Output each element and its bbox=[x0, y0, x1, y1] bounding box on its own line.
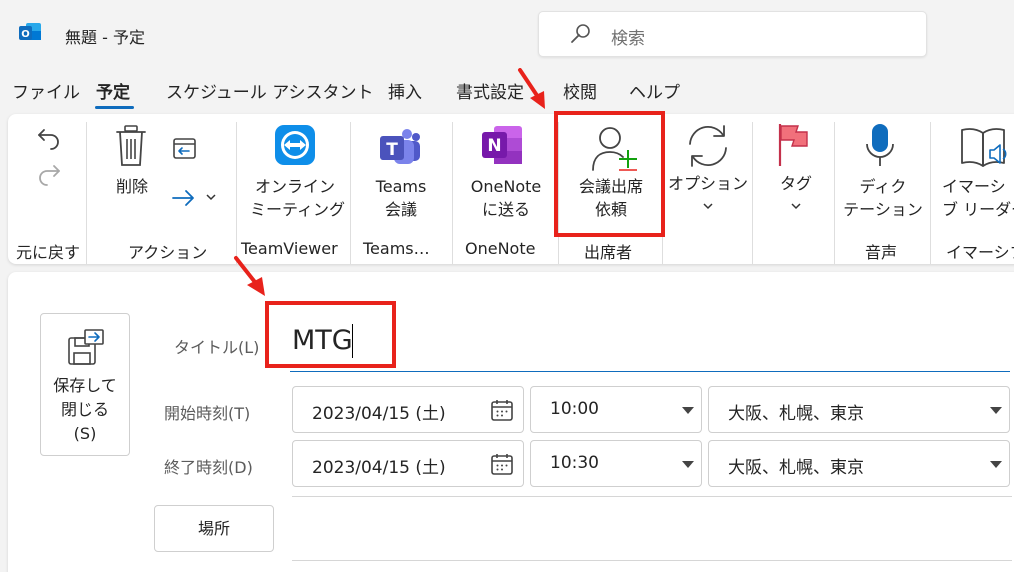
dropdown-arrow-icon bbox=[990, 461, 1002, 468]
start-timezone-select[interactable]: 大阪、札幌、東京 bbox=[708, 386, 1010, 433]
immersive-reader-icon[interactable] bbox=[960, 126, 1008, 170]
end-timezone-value: 大阪、札幌、東京 bbox=[728, 458, 864, 478]
group-label-undo: 元に戻す bbox=[16, 243, 81, 262]
dropdown-arrow-icon bbox=[682, 407, 694, 414]
svg-text:N: N bbox=[487, 136, 501, 156]
recurrence-icon[interactable] bbox=[684, 122, 732, 170]
outlook-app-icon: O bbox=[19, 23, 41, 40]
ribbon: 元に戻す 削除 アクション オンライン ミーティング TeamViewer T … bbox=[8, 114, 1014, 264]
calendar-icon[interactable] bbox=[490, 452, 514, 476]
send-to-onenote-label-2[interactable]: に送る bbox=[462, 198, 550, 221]
tab-appointment[interactable]: 予定 bbox=[96, 78, 130, 103]
group-separator bbox=[834, 122, 835, 264]
group-label-teams: Teams… bbox=[363, 239, 430, 258]
tab-format-text[interactable]: 書式設定 bbox=[456, 78, 524, 103]
title-bar: O 無題 - 予定 検索 bbox=[0, 0, 1014, 70]
chevron-down-icon[interactable] bbox=[205, 192, 217, 202]
start-date-value: 2023/04/15 (土) bbox=[312, 404, 446, 424]
window-title: 無題 - 予定 bbox=[65, 28, 145, 47]
undo-icon[interactable] bbox=[36, 124, 62, 150]
end-date-value: 2023/04/15 (土) bbox=[312, 458, 446, 478]
appointment-form: 保存して 閉じる (S) タイトル(L) MTG 開始時刻(T) 2023/04… bbox=[8, 272, 1014, 572]
red-arrow-icon bbox=[518, 68, 545, 109]
highlight-invite-attendees bbox=[554, 111, 665, 237]
title-label: タイトル(L) bbox=[174, 338, 260, 357]
svg-text:T: T bbox=[386, 140, 398, 160]
title-input[interactable]: MTG bbox=[290, 317, 1010, 372]
options-label[interactable]: オプション bbox=[666, 172, 750, 195]
search-placeholder: 検索 bbox=[611, 29, 645, 49]
save-close-label-3: (S) bbox=[73, 424, 97, 443]
immersive-reader-label-1[interactable]: イマーシ bbox=[942, 175, 1014, 198]
end-time-value: 10:30 bbox=[550, 453, 599, 473]
calendar-icon[interactable] bbox=[490, 398, 514, 422]
onenote-icon[interactable]: N bbox=[480, 124, 524, 166]
search-input[interactable]: 検索 bbox=[538, 11, 927, 57]
search-icon bbox=[571, 24, 590, 43]
dropdown-arrow-icon bbox=[682, 461, 694, 468]
group-separator bbox=[350, 122, 351, 264]
teams-meeting-label-1[interactable]: Teams bbox=[360, 175, 442, 198]
tab-file[interactable]: ファイル bbox=[12, 78, 80, 103]
save-close-label: 保存して 閉じる (S) bbox=[41, 374, 129, 446]
dictate-label-1[interactable]: ディク bbox=[842, 175, 924, 198]
end-timezone-select[interactable]: 大阪、札幌、東京 bbox=[708, 440, 1010, 487]
tab-insert[interactable]: 挿入 bbox=[388, 78, 422, 103]
calendar-forward-icon[interactable] bbox=[170, 134, 198, 162]
group-label-voice: 音声 bbox=[865, 243, 898, 262]
start-time-label: 開始時刻(T) bbox=[164, 404, 251, 423]
teamviewer-icon[interactable] bbox=[274, 124, 316, 166]
save-close-icon bbox=[68, 329, 104, 365]
tab-scheduling-assistant[interactable]: スケジュール アシスタント bbox=[166, 78, 374, 103]
location-button[interactable]: 場所 bbox=[154, 505, 274, 552]
group-separator bbox=[452, 122, 453, 264]
save-and-close-button[interactable]: 保存して 閉じる (S) bbox=[40, 313, 130, 456]
svg-text:O: O bbox=[21, 29, 30, 40]
flag-icon[interactable] bbox=[776, 122, 810, 168]
end-date-picker[interactable]: 2023/04/15 (土) bbox=[292, 440, 524, 487]
end-time-select[interactable]: 10:30 bbox=[530, 440, 702, 487]
tab-help[interactable]: ヘルプ bbox=[629, 78, 680, 103]
save-close-label-2: 閉じる bbox=[60, 400, 109, 419]
highlight-title-input bbox=[265, 301, 396, 368]
group-label-onenote: OneNote bbox=[465, 239, 536, 258]
online-meeting-label-2[interactable]: ミーティング bbox=[250, 198, 345, 221]
online-meeting-label-1[interactable]: オンライン bbox=[250, 175, 340, 198]
start-time-select[interactable]: 10:00 bbox=[530, 386, 702, 433]
location-input-underline[interactable] bbox=[292, 560, 1012, 561]
dictate-label-2[interactable]: テーション bbox=[842, 198, 924, 221]
red-arrow-icon bbox=[234, 256, 265, 296]
tab-review[interactable]: 校閲 bbox=[563, 78, 597, 103]
group-label-immersive: イマーシブ bbox=[946, 243, 1014, 262]
group-separator bbox=[752, 122, 753, 264]
tags-label[interactable]: タグ bbox=[768, 172, 824, 195]
immersive-reader-label-2[interactable]: ブ リーダー bbox=[942, 198, 1014, 221]
chevron-down-icon[interactable] bbox=[702, 201, 714, 211]
dropdown-arrow-icon bbox=[990, 407, 1002, 414]
send-to-onenote-label-1[interactable]: OneNote bbox=[462, 175, 550, 198]
start-time-value: 10:00 bbox=[550, 399, 599, 419]
save-close-label-1: 保存して bbox=[53, 376, 117, 395]
delete-icon[interactable] bbox=[114, 124, 148, 168]
teams-icon[interactable]: T bbox=[378, 126, 422, 168]
group-separator bbox=[86, 122, 87, 264]
group-separator bbox=[930, 122, 931, 264]
start-date-picker[interactable]: 2023/04/15 (土) bbox=[292, 386, 524, 433]
start-timezone-value: 大阪、札幌、東京 bbox=[728, 404, 864, 424]
microphone-icon[interactable] bbox=[864, 122, 896, 168]
active-tab-indicator bbox=[95, 106, 134, 109]
arrow-right-icon[interactable] bbox=[170, 184, 198, 212]
divider bbox=[292, 496, 1012, 497]
chevron-down-icon[interactable] bbox=[790, 201, 802, 211]
teams-meeting-label-2[interactable]: 会議 bbox=[360, 198, 442, 221]
group-separator bbox=[236, 122, 237, 264]
redo-icon[interactable] bbox=[36, 162, 62, 188]
delete-label[interactable]: 削除 bbox=[108, 175, 156, 198]
group-label-attendees: 出席者 bbox=[584, 243, 633, 262]
group-label-actions: アクション bbox=[128, 243, 208, 262]
end-time-label: 終了時刻(D) bbox=[164, 458, 253, 477]
